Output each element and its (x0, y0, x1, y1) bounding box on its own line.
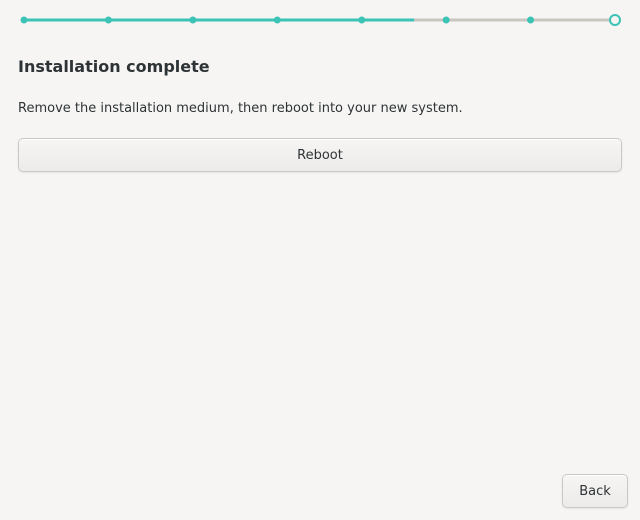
reboot-button[interactable]: Reboot (18, 138, 622, 172)
progress-step-dot (189, 16, 197, 24)
progress-step-dot (442, 16, 450, 24)
progress-step-dot (20, 16, 28, 24)
progress-step-dot (358, 16, 366, 24)
progress-step-dot (273, 16, 281, 24)
back-button-label: Back (579, 483, 611, 499)
reboot-button-label: Reboot (297, 147, 343, 163)
progress-step-current (609, 14, 621, 26)
page-title: Installation complete (18, 57, 210, 76)
progress-step-dot (104, 16, 112, 24)
progress-step-dot (527, 16, 535, 24)
progress-track (20, 14, 621, 26)
back-button[interactable]: Back (562, 474, 628, 508)
completion-message: Remove the installation medium, then reb… (18, 101, 463, 116)
installer-progress-bar (18, 10, 622, 30)
